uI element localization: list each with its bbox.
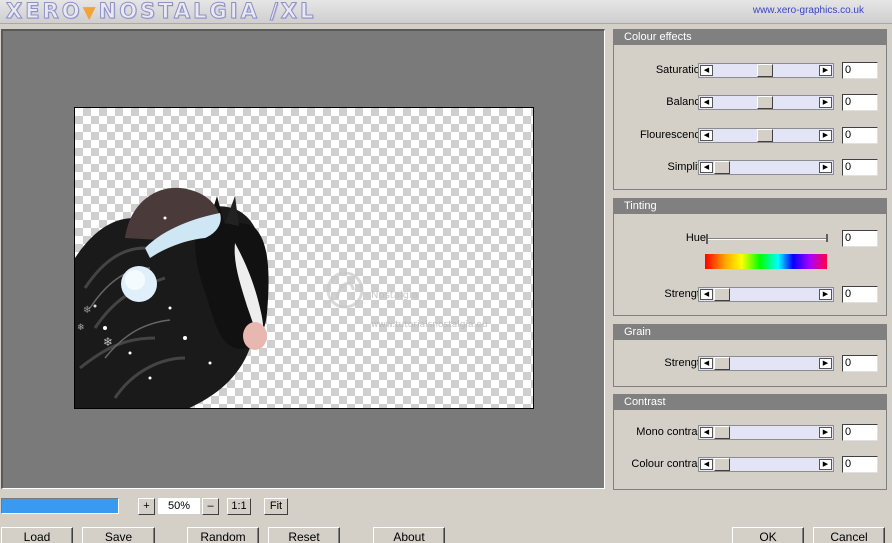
tint-strength-row: Strength ◀ ▶ 0 [614, 286, 886, 303]
arrow-right-icon[interactable]: ▶ [819, 289, 832, 300]
tint-strength-field[interactable]: 0 [842, 286, 878, 303]
about-button[interactable]: About [373, 527, 445, 543]
arrow-right-icon[interactable]: ▶ [819, 65, 832, 76]
mono-contrast-field[interactable]: 0 [842, 424, 878, 441]
simplify-slider[interactable]: ◀ ▶ [698, 160, 834, 175]
hue-field[interactable]: 0 [842, 230, 878, 247]
zoom-level: 50% [158, 498, 200, 514]
app-logo: XERO▼NOSTALGIA /XL [6, 0, 317, 24]
horse-image: ❄ ❄ ❄ [75, 187, 269, 408]
actual-size-button[interactable]: 1:1 [227, 498, 251, 515]
zoom-in-button[interactable]: + [138, 498, 155, 515]
contrast-panel: Contrast Mono contrast ◀ ▶ 0 Colour cont… [613, 394, 887, 490]
svg-text:❄: ❄ [103, 335, 113, 349]
arrow-left-icon[interactable]: ◀ [700, 65, 713, 76]
hue-thumb[interactable] [706, 234, 708, 244]
grain-strength-row: Strength ◀ ▶ 0 [614, 355, 886, 372]
website-link[interactable]: www.xero-graphics.co.uk [753, 5, 864, 16]
colour-contrast-field[interactable]: 0 [842, 456, 878, 473]
balance-slider[interactable]: ◀ ▶ [698, 95, 834, 110]
arrow-left-icon[interactable]: ◀ [700, 427, 713, 438]
flourescence-row: Flourescence ◀ ▶ 0 [614, 127, 886, 144]
arrow-right-icon[interactable]: ▶ [819, 130, 832, 141]
arrow-right-icon[interactable]: ▶ [819, 358, 832, 369]
slider-thumb[interactable] [757, 64, 773, 77]
arrow-left-icon[interactable]: ◀ [700, 459, 713, 470]
simplify-field[interactable]: 0 [842, 159, 878, 176]
preview-pane[interactable]: ❄ ❄ ❄ Nostalgia www.tutorialsnostalgia.e… [1, 29, 605, 489]
arrow-left-icon[interactable]: ◀ [700, 289, 713, 300]
arrow-left-icon[interactable]: ◀ [700, 97, 713, 108]
slider-thumb[interactable] [757, 96, 773, 109]
saturation-slider[interactable]: ◀ ▶ [698, 63, 834, 78]
reset-button[interactable]: Reset [268, 527, 340, 543]
cancel-button[interactable]: Cancel [813, 527, 885, 543]
simplify-row: Simplify ◀ ▶ 0 [614, 159, 886, 176]
hue-end-tick [826, 234, 828, 242]
grain-strength-slider[interactable]: ◀ ▶ [698, 356, 834, 371]
grain-title: Grain [614, 325, 886, 340]
colour-effects-panel: Colour effects Saturation ◀ ▶ 0 Balance … [613, 29, 887, 190]
ok-button[interactable]: OK [732, 527, 804, 543]
arrow-right-icon[interactable]: ▶ [819, 427, 832, 438]
arrow-left-icon[interactable]: ◀ [700, 162, 713, 173]
watermark-text: www.tutorialsnostalgia.eu [371, 320, 488, 330]
grain-panel: Grain Strength ◀ ▶ 0 [613, 324, 887, 387]
balance-row: Balance ◀ ▶ 0 [614, 94, 886, 111]
slider-thumb[interactable] [757, 129, 773, 142]
balance-field[interactable]: 0 [842, 94, 878, 111]
title-banner: XERO▼NOSTALGIA /XL www.xero-graphics.co.… [0, 0, 892, 24]
slider-thumb[interactable] [714, 458, 730, 471]
arrow-right-icon[interactable]: ▶ [819, 162, 832, 173]
tinting-panel: Tinting Hue 0 Strength ◀ ▶ 0 [613, 198, 887, 316]
colour-contrast-slider[interactable]: ◀ ▶ [698, 457, 834, 472]
arrow-left-icon[interactable]: ◀ [700, 358, 713, 369]
load-button[interactable]: Load [1, 527, 73, 543]
logo-text-left: XERO [6, 0, 83, 24]
colour-contrast-label: Colour contrast [631, 458, 706, 470]
hue-label: Hue [685, 232, 706, 244]
arrow-right-icon[interactable]: ▶ [819, 97, 832, 108]
tint-strength-slider[interactable]: ◀ ▶ [698, 287, 834, 302]
fit-button[interactable]: Fit [264, 498, 288, 515]
arrow-right-icon[interactable]: ▶ [819, 459, 832, 470]
arrow-left-icon[interactable]: ◀ [700, 130, 713, 141]
saturation-field[interactable]: 0 [842, 62, 878, 79]
slider-thumb[interactable] [714, 426, 730, 439]
zoom-out-button[interactable]: – [202, 498, 219, 515]
hue-spectrum [705, 254, 827, 269]
svg-text:Nostalgia: Nostalgia [371, 290, 418, 301]
save-button[interactable]: Save [82, 527, 155, 543]
progress-fill [2, 499, 118, 513]
grain-strength-field[interactable]: 0 [842, 355, 878, 372]
mono-contrast-label: Mono contrast [636, 426, 706, 438]
colour-contrast-row: Colour contrast ◀ ▶ 0 [614, 456, 886, 473]
svg-text:❄: ❄ [77, 323, 85, 333]
svg-text:❄: ❄ [83, 305, 91, 316]
slider-thumb[interactable] [714, 357, 730, 370]
random-button[interactable]: Random [187, 527, 259, 543]
mono-contrast-slider[interactable]: ◀ ▶ [698, 425, 834, 440]
flourescence-label: Flourescence [639, 129, 706, 141]
flourescence-field[interactable]: 0 [842, 127, 878, 144]
colour-effects-title: Colour effects [614, 30, 886, 45]
flourescence-slider[interactable]: ◀ ▶ [698, 128, 834, 143]
tinting-title: Tinting [614, 199, 886, 214]
hue-row: Hue 0 [614, 230, 886, 247]
hue-slider[interactable] [706, 234, 828, 244]
progress-bar [1, 498, 119, 514]
contrast-title: Contrast [614, 395, 886, 410]
slider-thumb[interactable] [714, 288, 730, 301]
slider-thumb[interactable] [714, 161, 730, 174]
mono-contrast-row: Mono contrast ◀ ▶ 0 [614, 424, 886, 441]
logo-text-right: NOSTALGIA /XL [98, 0, 317, 24]
preview-canvas[interactable]: ❄ ❄ ❄ Nostalgia www.tutorialsnostalgia.e… [74, 107, 534, 409]
logo-triangle-icon: ▼ [82, 3, 99, 23]
saturation-row: Saturation ◀ ▶ 0 [614, 62, 886, 79]
